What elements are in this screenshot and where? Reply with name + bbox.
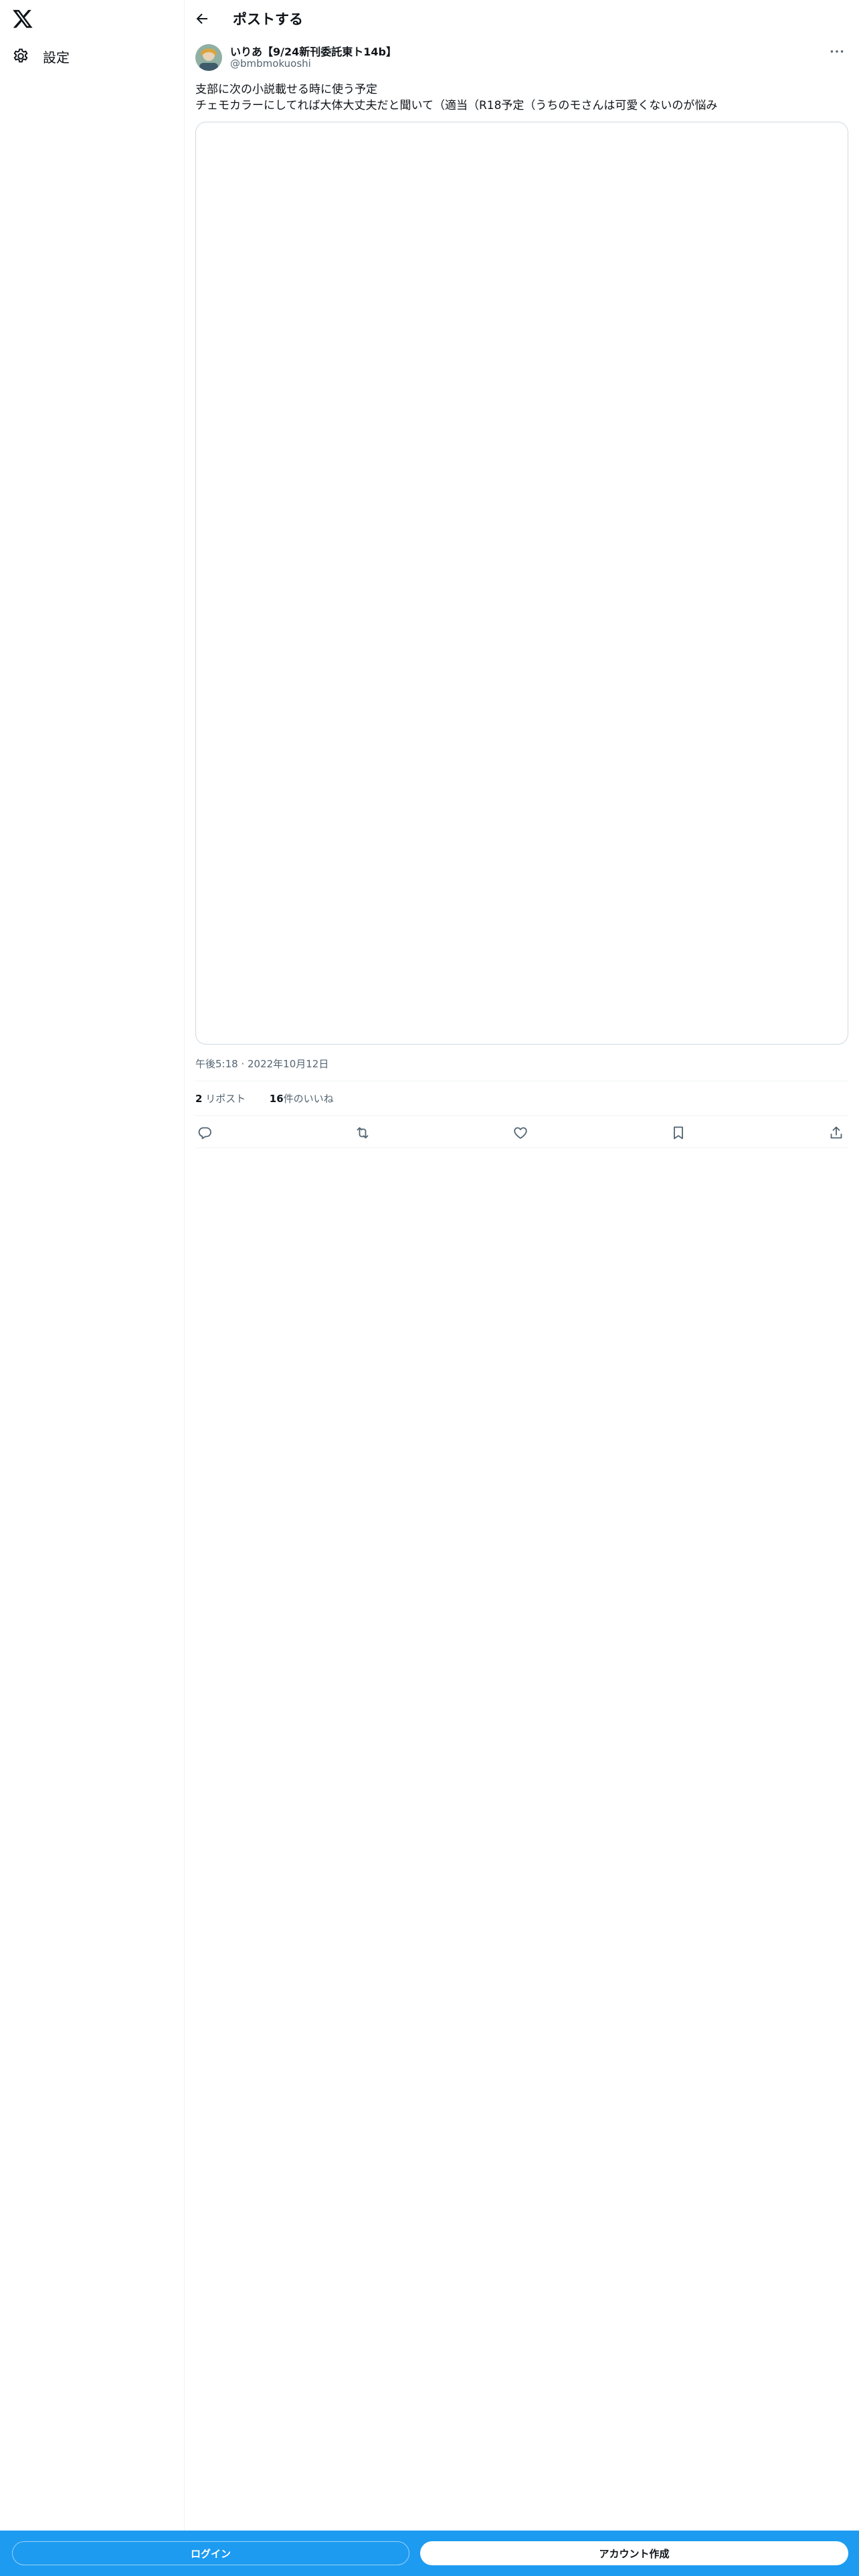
create-account-button[interactable]: アカウント作成	[420, 2541, 848, 2565]
author-handle[interactable]: @bmbmokuoshi	[230, 58, 311, 70]
page-title: ポストする	[233, 11, 303, 27]
x-logo-icon[interactable]	[12, 8, 33, 29]
login-bar: ログイン アカウント作成	[0, 2531, 859, 2576]
left-sidebar: 設定	[0, 0, 185, 2576]
repost-button[interactable]	[355, 1125, 371, 1141]
likes-label[interactable]: 件のいいね	[284, 1093, 334, 1105]
reposts-label[interactable]: リポスト	[205, 1093, 246, 1105]
page-header: ポストする	[185, 0, 859, 37]
like-icon	[514, 1127, 527, 1139]
arrow-left-icon[interactable]	[194, 11, 210, 27]
post-timestamp[interactable]: 午後5:18 · 2022年10月12日	[195, 1057, 328, 1071]
login-button[interactable]: ログイン	[12, 2541, 409, 2565]
gear-icon	[13, 48, 28, 63]
settings-link[interactable]: 設定	[9, 41, 78, 71]
repost-icon	[357, 1127, 369, 1139]
main-column: ポストする いりあ【9/24新刊委託東ト14b】 @bmbmokuoshi 支部…	[185, 0, 859, 2576]
like-button[interactable]	[512, 1125, 529, 1141]
reposts-count[interactable]: 2	[195, 1093, 202, 1105]
divider	[195, 1115, 848, 1116]
reply-button[interactable]	[197, 1125, 213, 1141]
likes-count[interactable]: 16	[270, 1093, 284, 1105]
avatar-image	[195, 44, 222, 71]
reply-icon	[198, 1127, 211, 1140]
share-icon	[830, 1126, 842, 1139]
post-actions	[195, 1121, 848, 1145]
ellipsis-icon[interactable]	[828, 43, 846, 60]
settings-label: 設定	[43, 49, 70, 66]
avatar[interactable]	[195, 44, 222, 71]
engagement-stats: 2 リポスト 16件のいいね	[195, 1091, 334, 1105]
share-button[interactable]	[828, 1125, 844, 1141]
post-media[interactable]	[195, 122, 848, 1045]
bookmark-button[interactable]	[670, 1125, 686, 1141]
author-name[interactable]: いりあ【9/24新刊委託東ト14b】	[230, 43, 397, 59]
post-text: 支部に次の小説載せる時に使う予定 チェモカラーにしてれば大体大丈夫だと聞いて（適…	[195, 83, 718, 112]
bookmark-icon	[674, 1126, 683, 1140]
